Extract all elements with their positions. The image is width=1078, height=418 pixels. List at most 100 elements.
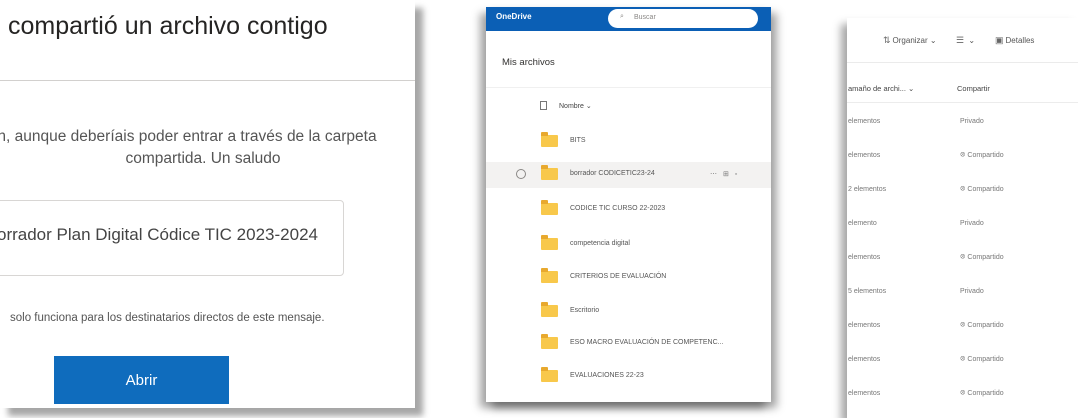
column-label: amaño de archi... — [848, 84, 906, 93]
column-header-share[interactable]: Compartir — [957, 84, 990, 93]
app-header: OneDrive ⌕ Buscar — [486, 7, 771, 31]
size-cell: elementos — [848, 356, 881, 363]
share-icon[interactable]: ⊞ — [723, 171, 731, 178]
share-label: Compartido — [967, 322, 1004, 329]
table-row[interactable]: elementos ꕕ Compartido — [847, 379, 1078, 412]
more-icon[interactable]: ⋯ — [710, 171, 719, 178]
onedrive-panel: OneDrive ⌕ Buscar Mis archivos Nombre ⌄ … — [486, 7, 771, 402]
people-icon: ꕕ — [960, 356, 966, 363]
share-cell: ꕕ Compartido — [960, 152, 1004, 160]
open-button[interactable]: Abrir — [54, 356, 229, 404]
share-label: Compartido — [967, 390, 1004, 397]
share-label: Compartido — [967, 186, 1004, 193]
folder-icon — [541, 302, 558, 317]
size-cell: elemento — [848, 220, 877, 227]
folder-icon — [541, 132, 558, 147]
list-item[interactable]: CODICE TIC CURSO 22-2023 — [486, 197, 771, 223]
email-subject: compartió un archivo contigo — [8, 12, 328, 40]
folder-icon — [541, 200, 558, 215]
table-row[interactable]: elemento Privado — [847, 209, 1078, 242]
share-cell: Privado — [960, 118, 984, 125]
column-header-name[interactable]: Nombre ⌄ — [540, 101, 592, 110]
people-icon: ꕕ — [960, 186, 966, 193]
table-row[interactable]: elementos ꕕ Compartido — [847, 141, 1078, 174]
file-type-icon — [540, 101, 547, 110]
share-cell: ꕕ Compartido — [960, 322, 1004, 330]
size-cell: 5 elementos — [848, 288, 887, 295]
organize-button[interactable]: ⇅ Organizar ⌄ — [883, 35, 937, 46]
share-cell: ꕕ Compartido — [960, 390, 1004, 398]
email-body-line: n, aunque deberíais poder entrar a travé… — [0, 128, 377, 145]
folder-name[interactable]: CRITERIOS DE EVALUACIÓN — [570, 273, 666, 280]
list-item[interactable]: CRITERIOS DE EVALUACIÓN — [486, 265, 771, 291]
list-view-icon: ☰ — [956, 35, 965, 45]
folder-name[interactable]: BITS — [570, 137, 586, 144]
open-icon[interactable]: ▫ — [735, 171, 739, 178]
page-title: Mis archivos — [502, 57, 555, 68]
folder-name[interactable]: borrador CODICETIC23-24 — [570, 170, 655, 177]
chevron-down-icon: ⌄ — [908, 84, 915, 93]
attachment-name: orrador Plan Digital Códice TIC 2023-202… — [0, 225, 318, 244]
divider — [486, 87, 771, 88]
table-row[interactable]: elementos ꕕ Compartido — [847, 345, 1078, 378]
folder-icon — [541, 367, 558, 382]
folder-name[interactable]: competencia digital — [570, 240, 630, 247]
folder-name[interactable]: EVALUACIONES 22-23 — [570, 372, 644, 379]
folder-icon — [541, 268, 558, 283]
size-cell: elementos — [848, 322, 881, 329]
recipient-notice: solo funciona para los destinatarios dir… — [10, 312, 325, 324]
column-label: Nombre — [559, 103, 584, 110]
table-row[interactable]: 5 elementos Privado — [847, 277, 1078, 310]
search-placeholder: Buscar — [634, 14, 656, 21]
table-row[interactable]: elementos ꕕ Compartido — [847, 311, 1078, 344]
view-button[interactable]: ☰ ⌄ — [956, 35, 975, 46]
list-item[interactable]: competencia digital — [486, 232, 771, 258]
details-button[interactable]: ▣ Detalles — [995, 35, 1034, 46]
size-cell: 2 elementos — [848, 186, 887, 193]
attachment-card[interactable]: orrador Plan Digital Códice TIC 2023-202… — [0, 200, 344, 276]
select-radio[interactable] — [516, 169, 526, 179]
details-pane-icon: ▣ — [995, 35, 1004, 45]
share-cell: ꕕ Compartido — [960, 186, 1004, 194]
list-item[interactable]: borrador CODICETIC23-24 ⋯ ⊞ ▫ — [486, 162, 771, 188]
table-row[interactable]: elementos ꕕ Compartido — [847, 243, 1078, 276]
table-row[interactable]: elementos Privado — [847, 107, 1078, 140]
folder-name[interactable]: Escritorio — [570, 307, 599, 314]
table-row[interactable]: 2 elementos ꕕ Compartido — [847, 175, 1078, 208]
share-cell: ꕕ Compartido — [960, 254, 1004, 262]
list-item[interactable]: Escritorio — [486, 299, 771, 325]
email-panel: compartió un archivo contigo n, aunque d… — [0, 0, 415, 408]
people-icon: ꕕ — [960, 254, 966, 261]
sort-icon: ⇅ — [883, 35, 891, 45]
email-body-line: compartida. Un saludo — [125, 150, 281, 167]
people-icon: ꕕ — [960, 390, 966, 397]
organize-label: Organizar — [892, 36, 928, 45]
share-cell: ꕕ Compartido — [960, 356, 1004, 364]
folder-icon — [541, 235, 558, 250]
column-header-size[interactable]: amaño de archi... ⌄ — [848, 84, 914, 93]
folder-name[interactable]: ESO MACRO EVALUACIÓN DE COMPETENC... — [570, 339, 724, 346]
details-label: Detalles — [1005, 36, 1035, 45]
folder-icon — [541, 165, 558, 180]
folder-icon — [541, 334, 558, 349]
search-input[interactable]: ⌕ Buscar — [608, 9, 758, 28]
row-actions[interactable]: ⋯ ⊞ ▫ — [710, 170, 739, 178]
people-icon: ꕕ — [960, 152, 966, 159]
share-cell: Privado — [960, 220, 984, 227]
command-bar: ⇅ Organizar ⌄ ☰ ⌄ ▣ Detalles — [847, 18, 1078, 62]
chevron-down-icon: ⌄ — [585, 103, 592, 110]
list-item[interactable]: ESO MACRO EVALUACIÓN DE COMPETENC... — [486, 331, 771, 357]
app-brand[interactable]: OneDrive — [496, 12, 532, 21]
size-cell: elementos — [848, 152, 881, 159]
size-cell: elementos — [848, 390, 881, 397]
details-panel: ⇅ Organizar ⌄ ☰ ⌄ ▣ Detalles amaño de arch… — [847, 18, 1078, 418]
size-cell: elementos — [848, 118, 881, 125]
list-item[interactable]: EVALUACIONES 22-23 — [486, 364, 771, 390]
chevron-down-icon: ⌄ — [929, 36, 937, 45]
share-label: Compartido — [967, 356, 1004, 363]
email-body: n, aunque deberíais poder entrar a travé… — [0, 126, 406, 170]
folder-name[interactable]: CODICE TIC CURSO 22-2023 — [570, 205, 665, 212]
size-cell: elementos — [848, 254, 881, 261]
divider — [0, 80, 415, 81]
list-item[interactable]: BITS — [486, 129, 771, 155]
